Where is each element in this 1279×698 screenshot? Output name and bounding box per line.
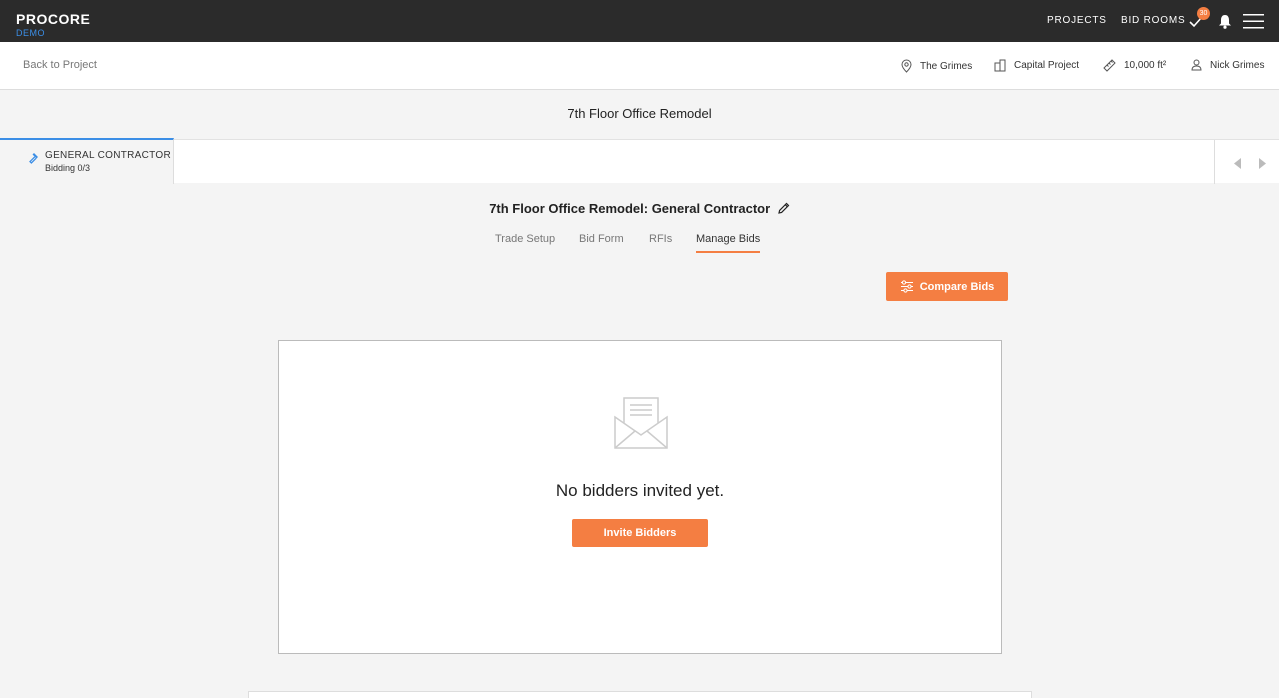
bottom-panel-edge: [248, 691, 1032, 698]
project-user: Nick Grimes: [1191, 59, 1264, 71]
user-name-text: Nick Grimes: [1210, 59, 1265, 71]
bell-icon[interactable]: [1218, 14, 1232, 34]
trade-name: GENERAL CONTRACTOR: [45, 150, 171, 161]
chevron-left-icon[interactable]: [1234, 156, 1242, 174]
logo-demo-label: DEMO: [16, 28, 45, 38]
location-pin-icon: [901, 59, 912, 73]
trade-scroll-arrows: [1214, 140, 1279, 184]
tab-rfis[interactable]: RFIs: [649, 233, 672, 245]
location-text: The Grimes: [920, 60, 973, 72]
back-to-project-link[interactable]: Back to Project: [23, 59, 97, 71]
compare-bids-label: Compare Bids: [919, 280, 995, 293]
chevron-right-icon[interactable]: [1258, 156, 1266, 174]
project-title-band: 7th Floor Office Remodel: [0, 91, 1279, 139]
invite-bidders-button[interactable]: Invite Bidders: [572, 519, 708, 547]
top-nav-bar: PROCORE DEMO PROJECTS BID ROOMS 30: [0, 0, 1279, 42]
project-area: 10,000 ft²: [1103, 59, 1166, 72]
ruler-icon: [1103, 59, 1116, 72]
trade-bidding-status: Bidding 0/3: [45, 163, 91, 173]
tab-manage-bids[interactable]: Manage Bids: [696, 233, 761, 253]
building-icon: [994, 59, 1006, 72]
project-info-bar: Back to Project The Grimes Capital Proje…: [0, 42, 1279, 90]
tab-bid-form[interactable]: Bid Form: [579, 233, 624, 245]
tab-trade-setup[interactable]: Trade Setup: [495, 233, 555, 245]
hamburger-menu-icon[interactable]: [1243, 13, 1264, 34]
project-type-text: Capital Project: [1014, 60, 1080, 71]
trade-tabs: Trade Setup Bid Form RFIs Manage Bids: [0, 233, 1279, 257]
empty-state-message: No bidders invited yet.: [555, 481, 725, 500]
nav-projects[interactable]: PROJECTS: [1047, 15, 1107, 26]
project-location: The Grimes: [901, 59, 972, 73]
trade-tab-general-contractor[interactable]: GENERAL CONTRACTOR Bidding 0/3: [0, 138, 174, 184]
pencil-edit-icon[interactable]: [777, 202, 790, 218]
trade-tab-bar: GENERAL CONTRACTOR Bidding 0/3: [0, 138, 1279, 184]
task-count-badge: 30: [1197, 7, 1210, 20]
project-type: Capital Project: [994, 59, 1079, 72]
area-text: 10,000 ft²: [1124, 60, 1167, 71]
sliders-icon: [900, 280, 913, 293]
procore-logo[interactable]: PROCORE DEMO: [16, 11, 90, 39]
logo-text: PROCORE: [16, 11, 91, 27]
gavel-icon: [29, 151, 41, 169]
user-icon: [1191, 59, 1202, 71]
envelope-icon: [614, 396, 668, 455]
page-heading: 7th Floor Office Remodel: General Contra…: [0, 201, 1279, 218]
bidders-empty-state: No bidders invited yet. Invite Bidders: [278, 340, 1002, 654]
project-title: 7th Floor Office Remodel: [567, 106, 712, 121]
compare-bids-button[interactable]: Compare Bids: [886, 272, 1008, 301]
nav-bid-rooms[interactable]: BID ROOMS: [1121, 15, 1185, 26]
heading-text: 7th Floor Office Remodel: General Contra…: [489, 201, 771, 216]
